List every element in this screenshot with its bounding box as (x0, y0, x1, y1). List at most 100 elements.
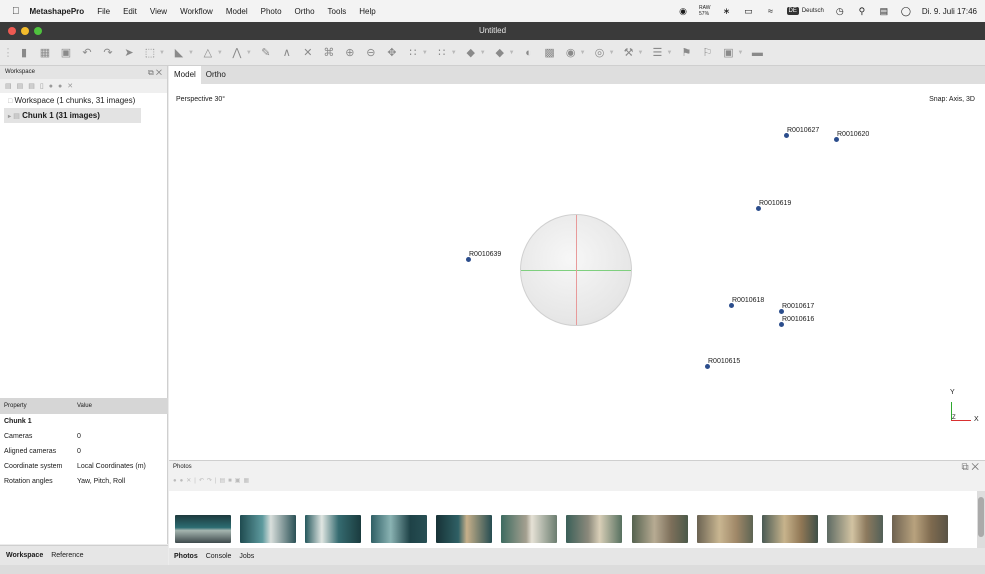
marker-icon[interactable]: ⚒ (622, 46, 636, 60)
menu-workflow[interactable]: Workflow (180, 7, 213, 16)
siri-icon[interactable]: ◯ (900, 6, 912, 16)
tab-console[interactable]: Console (206, 553, 232, 560)
menubar-clock[interactable]: Di. 9. Juli 17:46 (922, 7, 977, 16)
enable-icon[interactable]: ● (173, 478, 180, 484)
value-col-header[interactable]: Value (77, 398, 92, 414)
pencil-icon[interactable]: ✎ (259, 46, 273, 60)
remove-icon[interactable]: ✕ (67, 82, 73, 90)
menu-view[interactable]: View (150, 7, 167, 16)
shape-icon[interactable]: ◣ (172, 46, 186, 60)
display-icon[interactable]: ▭ (743, 6, 755, 16)
tab-workspace[interactable]: Workspace (6, 552, 43, 559)
undock-icon[interactable]: ⧉ (148, 68, 154, 77)
add-chunk-icon[interactable]: ▤ (5, 82, 12, 90)
scrollbar-thumb[interactable] (978, 497, 984, 537)
chevron-down-icon[interactable]: ▼ (580, 50, 586, 56)
add-folder-icon[interactable]: ▤ (28, 82, 35, 90)
flag-icon[interactable]: ⚑ (679, 46, 693, 60)
chevron-down-icon[interactable]: ▼ (480, 50, 486, 56)
close-icon[interactable]: ✕ (971, 462, 979, 473)
crop-icon[interactable]: ⌘ (322, 46, 336, 60)
dem-icon[interactable]: ▩ (543, 46, 557, 60)
filter-icon[interactable]: ▤ (219, 478, 228, 484)
close-window-icon[interactable] (8, 27, 16, 35)
camera-view-icon[interactable]: ◎ (593, 46, 607, 60)
select-icon[interactable]: ■ (228, 478, 235, 484)
chevron-down-icon[interactable]: ▼ (217, 50, 223, 56)
menu-help[interactable]: Help (359, 7, 375, 16)
chevron-down-icon[interactable]: ▼ (638, 50, 644, 56)
photo-thumbnail[interactable] (697, 515, 753, 543)
photo-thumbnail[interactable] (827, 515, 883, 543)
menu-tools[interactable]: Tools (328, 7, 347, 16)
control-center-icon[interactable]: ▤ (878, 6, 890, 16)
photo-thumbnail[interactable] (892, 515, 948, 543)
chevron-right-icon[interactable]: ▸ (8, 114, 11, 120)
wifi-icon[interactable]: ≈ (765, 6, 777, 16)
point-cloud-icon[interactable]: ∷ (406, 46, 420, 60)
rotate-left-icon[interactable]: ↶ (199, 478, 207, 484)
workspace-root[interactable]: □ Workspace (1 chunks, 31 images) (0, 93, 167, 108)
photos-scrollbar[interactable] (977, 491, 985, 549)
app-menu[interactable]: MetashapePro (30, 7, 85, 16)
chevron-down-icon[interactable]: ▼ (737, 50, 743, 56)
settings-icon[interactable]: ▦ (243, 478, 252, 484)
flag-outline-icon[interactable]: ⚐ (700, 46, 714, 60)
chevron-down-icon[interactable]: ▼ (509, 50, 515, 56)
chevron-down-icon[interactable]: ▼ (609, 50, 615, 56)
undock-icon[interactable]: ⧉ (961, 462, 968, 473)
zoom-out-icon[interactable]: ⊖ (364, 46, 378, 60)
zoom-in-icon[interactable]: ⊕ (343, 46, 357, 60)
menu-file[interactable]: File (97, 7, 110, 16)
tab-jobs[interactable]: Jobs (239, 553, 254, 560)
tab-ortho[interactable]: Ortho (201, 66, 231, 84)
model-view[interactable]: Perspective 30° Snap: Axis, 3D R0010627 … (169, 84, 985, 460)
search-icon[interactable]: ⚲ (856, 6, 868, 16)
enable-icon[interactable]: ● (49, 83, 53, 90)
apple-icon[interactable]:  (12, 6, 20, 17)
chevron-down-icon[interactable]: ▼ (451, 50, 457, 56)
close-icon[interactable]: ✕ (156, 68, 162, 77)
image-view-icon[interactable]: ▣ (721, 46, 735, 60)
menu-edit[interactable]: Edit (123, 7, 137, 16)
chunk-item[interactable]: ▸ ▤ Chunk 1 (31 images) (4, 108, 141, 123)
new-icon[interactable]: ▮ (17, 46, 31, 60)
trackball-sphere[interactable] (520, 214, 632, 326)
list-icon[interactable]: ☰ (650, 46, 664, 60)
chevron-down-icon[interactable]: ▼ (422, 50, 428, 56)
photo-thumbnail[interactable] (501, 515, 557, 543)
menu-photo[interactable]: Photo (261, 7, 282, 16)
property-col-header[interactable]: Property (0, 398, 77, 414)
move-object-icon[interactable]: ✥ (385, 46, 399, 60)
battery-indicator[interactable]: RAW 57% (699, 5, 710, 17)
disable-icon[interactable]: ● (58, 83, 62, 90)
add-photos-icon[interactable]: ▤ (17, 82, 24, 90)
draw-line-icon[interactable]: ⋀ (230, 46, 244, 60)
tiled-icon[interactable]: ◐ (522, 46, 536, 60)
photo-thumbnail[interactable] (632, 515, 688, 543)
chevron-down-icon[interactable]: ▼ (246, 50, 252, 56)
photo-thumbnail[interactable] (371, 515, 427, 543)
navigate-icon[interactable]: ➤ (122, 46, 136, 60)
globe-icon[interactable]: ◉ (564, 46, 578, 60)
mesh-icon[interactable]: ◆ (464, 46, 478, 60)
menu-model[interactable]: Model (226, 7, 248, 16)
save-icon[interactable]: ▣ (59, 46, 73, 60)
texture-icon[interactable]: ◆ (493, 46, 507, 60)
add-markers-icon[interactable]: ▯ (40, 82, 44, 90)
minimize-window-icon[interactable] (21, 27, 29, 35)
camera-icon[interactable]: ◉ (677, 6, 689, 16)
undo-icon[interactable]: ↶ (80, 46, 94, 60)
bluetooth-icon[interactable]: ∗ (721, 6, 733, 16)
photo-thumbnail[interactable] (175, 515, 231, 543)
rotate-right-icon[interactable]: ↷ (207, 478, 215, 484)
chevron-down-icon[interactable]: ▼ (159, 50, 165, 56)
region-icon[interactable]: ▬ (750, 46, 764, 60)
ruler-icon[interactable]: △ (201, 46, 215, 60)
tab-model[interactable]: Model (169, 66, 201, 84)
chevron-down-icon[interactable]: ▼ (666, 50, 672, 56)
photo-thumbnail[interactable] (566, 515, 622, 543)
polyline-icon[interactable]: ∧ (280, 46, 294, 60)
delete-icon[interactable]: ✕ (301, 46, 315, 60)
dense-cloud-icon[interactable]: ∷ (435, 46, 449, 60)
